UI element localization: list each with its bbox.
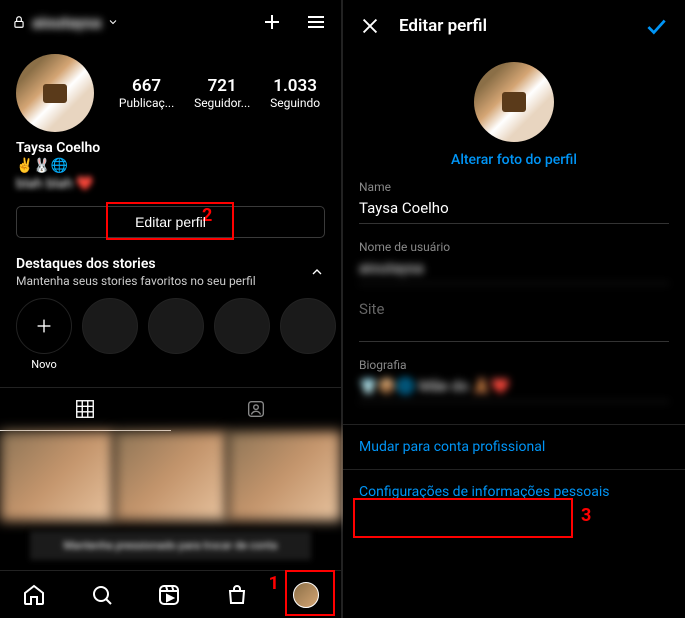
annotation-3: 3 [581,505,591,526]
annotation-box-2 [106,202,234,240]
highlight-placeholder [214,298,270,371]
menu-button[interactable] [303,9,329,35]
profile-screen: aioutaysa 667 Publicaç... 721 Seguidor..… [0,0,343,618]
highlights-section: Destaques dos stories Mantenha seus stor… [0,248,341,379]
highlight-placeholder [280,298,336,371]
home-icon[interactable] [22,583,46,607]
username-header[interactable]: aioutaysa [12,13,259,32]
search-icon[interactable] [90,583,114,607]
bio-emojis: ✌️🐰🌐 [16,158,325,174]
photo-grid[interactable] [0,431,341,521]
highlight-new[interactable]: Novo [16,298,72,371]
edit-top-bar: Editar perfil [343,0,685,52]
tagged-tab[interactable] [171,388,342,431]
account-switch-hint: Mantenha pressionado para trocar de cont… [30,531,311,560]
annotation-1: 1 [269,573,279,594]
site-field[interactable]: Site [359,300,669,342]
posts-stat[interactable]: 667 Publicaç... [119,76,174,110]
lock-icon [12,15,26,29]
profile-stats-row: 667 Publicaç... 721 Seguidor... 1.033 Se… [0,44,341,136]
bio-text: blah blah ❤️ [16,176,325,192]
chevron-down-icon [107,16,119,28]
profile-tabs [0,387,341,431]
display-name: Taysa Coelho [16,140,325,156]
highlight-placeholder [82,298,138,371]
username-text: aioutaysa [32,13,101,32]
profile-form: Name Taysa Coelho Nome de usuário aiouta… [343,174,685,424]
username-field[interactable]: Nome de usuário aioutaysa [359,240,669,284]
switch-pro-link[interactable]: Mudar para conta profissional [343,425,685,469]
annotation-box-1 [285,570,335,616]
top-bar: aioutaysa [0,0,341,44]
create-button[interactable] [259,9,285,35]
edit-title: Editar perfil [399,16,643,36]
reels-icon[interactable] [157,583,181,607]
highlights-title: Destaques dos stories [16,256,256,272]
followers-stat[interactable]: 721 Seguidor... [194,76,250,110]
name-field[interactable]: Name Taysa Coelho [359,180,669,224]
edit-profile-screen: Editar perfil Alterar foto do perfil Nam… [343,0,685,618]
chevron-up-icon[interactable] [309,264,325,280]
bio-section: Taysa Coelho ✌️🐰🌐 blah blah ❤️ [0,136,341,196]
bio-field[interactable]: Biografia 👕📦🌐 Mãe do 🧸❤️ [359,358,669,402]
change-photo-link[interactable]: Alterar foto do perfil [343,152,685,168]
edit-avatar[interactable] [474,62,554,142]
close-icon[interactable] [359,15,381,37]
following-stat[interactable]: 1.033 Seguindo [270,76,320,110]
confirm-icon[interactable] [643,13,669,39]
annotation-box-3 [353,498,573,538]
highlight-placeholder [148,298,204,371]
profile-avatar[interactable] [16,54,94,132]
grid-tab[interactable] [0,388,171,431]
shop-icon[interactable] [225,583,249,607]
highlights-subtitle: Mantenha seus stories favoritos no seu p… [16,274,256,288]
